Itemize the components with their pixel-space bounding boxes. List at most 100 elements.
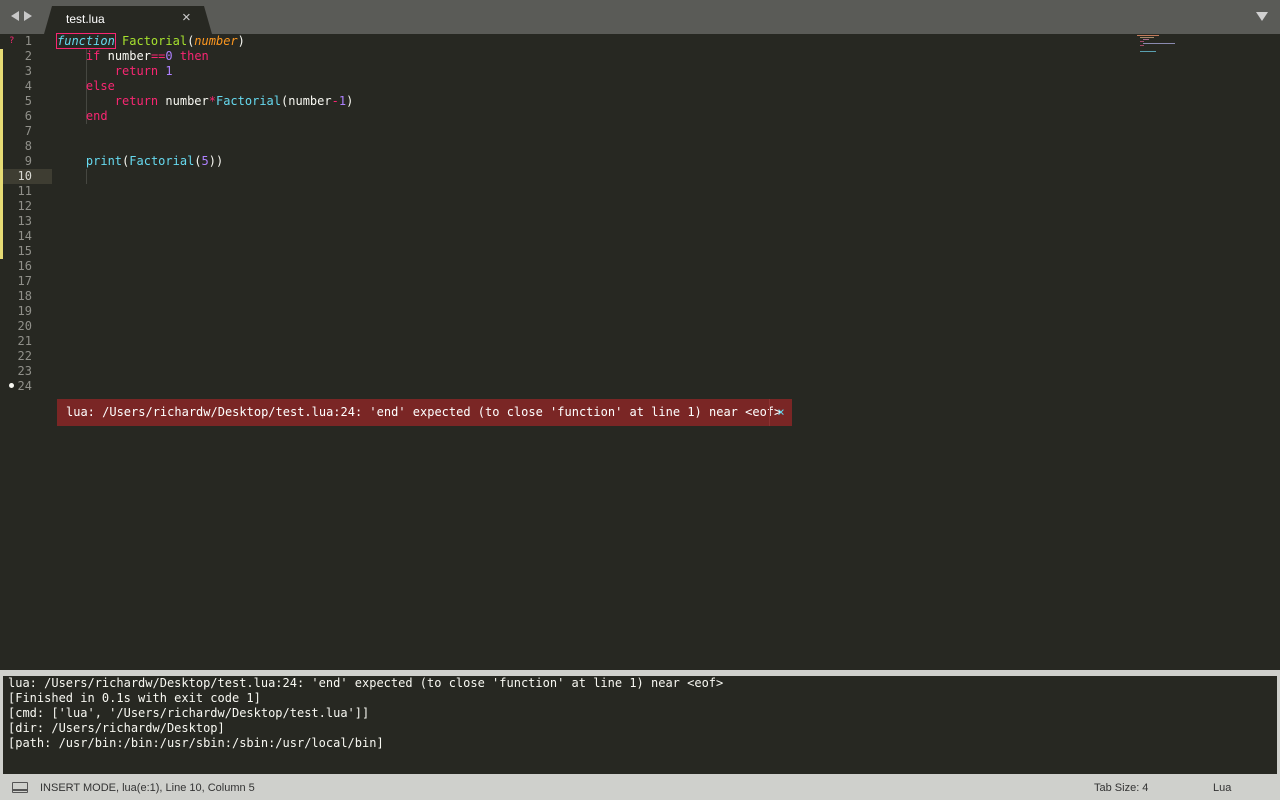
minimap-line [1140,51,1156,52]
line-number-label: 7 [24,124,32,138]
line-number[interactable]: 14 [0,229,52,244]
line-number-label: 12 [17,199,32,213]
tab-size-selector[interactable]: Tab Size: 4 [1094,774,1148,800]
paren: ) [237,34,245,48]
back-arrow-icon[interactable] [11,11,19,21]
minimap-line [1137,35,1159,36]
line-number-label: 15 [17,244,32,258]
keyword: return [114,64,159,78]
line-number-label: 23 [17,364,32,378]
line-number[interactable]: 15 [0,244,52,259]
dropdown-icon[interactable] [1256,12,1268,21]
paren: )) [208,154,224,168]
tab-label: test.lua [66,12,105,26]
minimap-line [1140,45,1144,46]
inline-error-popup: lua: /Users/richardw/Desktop/test.lua:24… [57,399,792,426]
line-number[interactable]: 21 [0,334,52,349]
keyword: end [85,109,108,123]
number: 1 [165,64,173,78]
build-output-panel[interactable]: lua: /Users/richardw/Desktop/test.lua:24… [0,676,1280,774]
operator: - [331,94,339,108]
line-number[interactable]: 17 [0,274,52,289]
line-number[interactable]: 22 [0,349,52,364]
number: 1 [338,94,347,108]
operator: * [208,94,216,108]
line-number-label: 1 [24,34,32,48]
line-number[interactable]: 24 [0,379,52,394]
variable: number [288,94,332,108]
operator: == [150,49,166,63]
output-line: [dir: /Users/richardw/Desktop] [8,721,225,735]
line-number-label: 14 [17,229,32,243]
variable: number [107,49,151,63]
line-number[interactable]: 20 [0,319,52,334]
line-number[interactable]: 3 [0,64,52,79]
code-line-5: return number*Factorial(number-1) [57,94,354,109]
keyword: then [179,49,209,63]
code-line-6: end [57,109,108,124]
parameter: number [194,34,238,48]
minimap[interactable] [1137,34,1177,54]
line-number[interactable]: 10 [0,169,52,184]
minimap-line [1140,41,1144,42]
line-number-label: 21 [17,334,32,348]
paren: ) [346,94,354,108]
number: 0 [165,49,173,63]
line-number-label: 2 [24,49,32,63]
paren: ( [194,154,202,168]
tab-close-icon[interactable]: × [182,9,191,26]
output-line: [cmd: ['lua', '/Users/richardw/Desktop/t… [8,706,370,720]
line-number[interactable]: 2 [0,49,52,64]
unsaved-line-dot-icon [9,383,14,388]
keyword: return [114,94,159,108]
inline-error-message: lua: /Users/richardw/Desktop/test.lua:24… [66,405,782,419]
function-name: Factorial [122,34,188,48]
minimap-line [1143,43,1175,44]
indent-guide [86,169,87,184]
line-number[interactable]: 13 [0,214,52,229]
line-number[interactable]: 8 [0,139,52,154]
line-number-label: 5 [24,94,32,108]
close-icon[interactable]: × [769,399,792,426]
line-number-label: 24 [17,379,32,393]
status-text: INSERT MODE, lua(e:1), Line 10, Column 5 [40,782,255,794]
line-number[interactable]: 16 [0,259,52,274]
minimap-line [1140,37,1154,38]
line-number[interactable]: 23 [0,364,52,379]
line-number-label: 3 [24,64,32,78]
keyword-function: function [56,33,116,49]
line-number-label: 13 [17,214,32,228]
code-line-2: if number==0 then [57,49,209,64]
line-number[interactable]: 7 [0,124,52,139]
minimap-line [1143,39,1149,40]
toggle-panel-icon[interactable] [12,782,28,793]
tab-test-lua[interactable]: test.lua × [44,6,212,34]
line-number-label: 17 [17,274,32,288]
output-line: lua: /Users/richardw/Desktop/test.lua:24… [8,676,724,690]
status-bar: INSERT MODE, lua(e:1), Line 10, Column 5… [0,774,1280,800]
line-number-label: 18 [17,289,32,303]
keyword: else [85,79,115,93]
error-marker-icon: ? [9,36,15,46]
line-number-label: 11 [17,184,32,198]
code-line-9: print(Factorial(5)) [57,154,223,169]
line-number[interactable]: 4 [0,79,52,94]
line-number[interactable]: 6 [0,109,52,124]
function-call: Factorial [215,94,282,108]
variable: number [165,94,209,108]
syntax-selector[interactable]: Lua [1213,774,1231,800]
line-number[interactable]: 1 [0,34,52,49]
line-number[interactable]: 12 [0,199,52,214]
forward-arrow-icon[interactable] [24,11,32,21]
line-number[interactable]: 19 [0,304,52,319]
line-number-label: 9 [24,154,32,168]
code-line-1: function Factorial(number) [56,33,245,49]
keyword: if [85,49,101,63]
line-number-label: 6 [24,109,32,123]
line-number-label: 10 [17,169,32,183]
line-number[interactable]: 5 [0,94,52,109]
line-number[interactable]: 11 [0,184,52,199]
line-number[interactable]: 9 [0,154,52,169]
line-number[interactable]: 18 [0,289,52,304]
code-editor[interactable]: 1 2 3 4 5 6 7 8 9 10 11 12 13 14 15 16 17 18 19 20 21 22 23 24 … [0,33,1280,670]
